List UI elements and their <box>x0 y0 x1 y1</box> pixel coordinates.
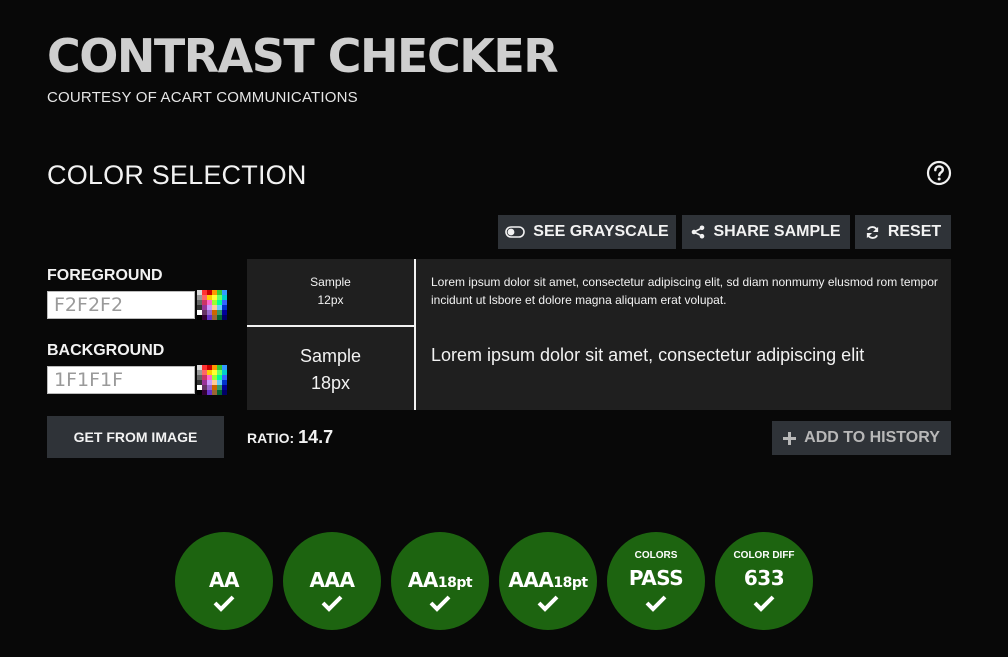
sample-small-size: 12px <box>317 293 344 307</box>
background-input[interactable]: 1F1F1F <box>47 366 195 394</box>
foreground-label: FOREGROUND <box>47 267 163 284</box>
result-badge: AAA <box>283 532 381 630</box>
result-badge: COLORS PASS <box>607 532 705 630</box>
badge-top-label: COLORS <box>634 550 678 561</box>
sample-small-text: Lorem ipsum dolor sit amet, consectetur … <box>431 275 938 307</box>
page-title: CONTRAST CHECKER <box>47 29 559 83</box>
add-to-history-button[interactable]: ADD TO HISTORY <box>772 421 951 455</box>
badge-main: AA18pt <box>407 568 473 592</box>
toggle-icon <box>505 226 526 238</box>
add-to-history-label: ADD TO HISTORY <box>804 429 940 446</box>
badge-main: AAA <box>309 568 355 592</box>
background-palette-icon[interactable] <box>197 365 227 395</box>
sample-divider-horizontal <box>247 325 415 327</box>
badge-top-label: COLOR DIFF <box>733 550 795 561</box>
sample-small-label: Sample 12px <box>247 273 414 309</box>
sample-large-label: Sample 18px <box>247 343 414 397</box>
section-title: COLOR SELECTION <box>47 160 307 190</box>
refresh-icon <box>865 225 880 240</box>
see-grayscale-label: SEE GRAYSCALE <box>533 223 669 240</box>
ratio-value: 14.7 <box>298 427 334 447</box>
contrast-ratio: RATIO: 14.7 <box>247 427 333 448</box>
sample-large-size: 18px <box>310 373 351 393</box>
ratio-label: RATIO: <box>247 430 295 446</box>
sample-divider-vertical <box>414 259 416 410</box>
check-icon <box>321 595 343 612</box>
get-from-image-button[interactable]: GET FROM IMAGE <box>47 416 224 458</box>
check-icon <box>645 595 667 612</box>
badge-main: AA <box>209 568 239 592</box>
share-sample-button[interactable]: SHARE SAMPLE <box>682 215 850 249</box>
badge-main: 633 <box>743 566 785 590</box>
background-label: BACKGROUND <box>47 342 165 359</box>
reset-label: RESET <box>887 223 942 240</box>
check-icon <box>753 595 775 612</box>
share-sample-label: SHARE SAMPLE <box>713 223 841 240</box>
sample-large-text: Lorem ipsum dolor sit amet, consectetur … <box>431 345 865 365</box>
result-badge: COLOR DIFF 633 <box>715 532 813 630</box>
check-icon <box>429 595 451 612</box>
sample-large-title: Sample <box>299 346 362 366</box>
foreground-input[interactable]: F2F2F2 <box>47 291 195 319</box>
badge-main: AAA18pt <box>508 568 588 592</box>
reset-button[interactable]: RESET <box>855 215 951 249</box>
result-badge: AAA18pt <box>499 532 597 630</box>
foreground-palette-icon[interactable] <box>197 290 227 320</box>
sample-small-title: Sample <box>310 275 351 289</box>
see-grayscale-button[interactable]: SEE GRAYSCALE <box>498 215 676 249</box>
check-icon <box>537 595 559 612</box>
page-subtitle: COURTESY OF ACART COMMUNICATIONS <box>47 89 358 106</box>
badge-main: PASS <box>628 566 684 590</box>
result-badge: AA18pt <box>391 532 489 630</box>
check-icon <box>213 595 235 612</box>
result-badge: AA <box>175 532 273 630</box>
question-circle-icon[interactable] <box>926 160 952 186</box>
sample-preview: Sample 12px Sample 18px Lorem ipsum dolo… <box>247 259 951 410</box>
share-icon <box>691 225 705 239</box>
plus-icon <box>783 431 797 445</box>
